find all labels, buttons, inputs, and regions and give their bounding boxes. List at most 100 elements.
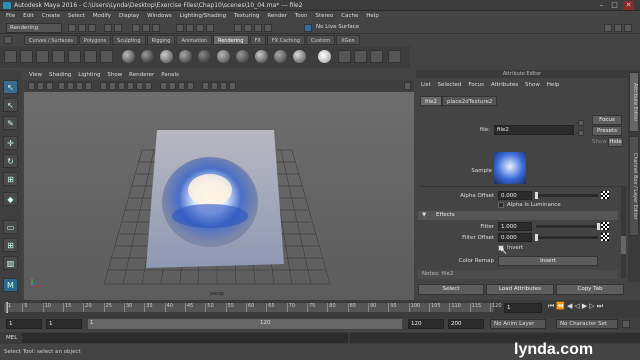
character-set-dropdown[interactable]: No Character Set — [556, 319, 618, 329]
filter-offset-slider[interactable] — [536, 236, 598, 239]
redo-icon[interactable] — [114, 24, 122, 32]
scene-end-field[interactable]: 200 — [448, 319, 484, 329]
presets-button[interactable]: Presets — [592, 126, 622, 136]
maximize-button[interactable]: □ — [609, 1, 620, 10]
viewport-menu-panels[interactable]: Panels — [161, 70, 179, 80]
render-view-shelf-icon[interactable] — [354, 50, 367, 63]
persp-outliner-layout-icon[interactable]: ▥ — [3, 256, 18, 270]
smooth-shade-icon[interactable] — [109, 82, 116, 90]
scene-start-field[interactable]: 1 — [6, 319, 42, 329]
filter-slider-handle[interactable] — [597, 223, 600, 230]
white-sphere-icon[interactable] — [318, 50, 331, 63]
file-node-name-field[interactable]: file2 — [494, 125, 574, 135]
camera-icon[interactable] — [4, 50, 17, 63]
rotate-tool-icon[interactable]: ↻ — [3, 154, 18, 168]
ipr-render-icon[interactable] — [254, 24, 262, 32]
shelf-tab-animation[interactable]: Animation — [176, 35, 212, 45]
textured-plane[interactable] — [24, 92, 414, 292]
mel-label[interactable]: MEL — [6, 335, 17, 341]
menu-windows[interactable]: Windows — [147, 11, 172, 21]
map-filter-icon[interactable] — [601, 222, 609, 230]
shadows-icon[interactable] — [145, 82, 152, 90]
tool-settings-icon[interactable] — [624, 24, 632, 32]
load-attributes-button[interactable]: Load Attributes — [486, 284, 554, 295]
alpha-offset-slider[interactable] — [536, 194, 598, 197]
texture-sample-swatch[interactable] — [494, 152, 526, 184]
go-output-icon[interactable] — [578, 130, 584, 136]
ambient-light-icon[interactable] — [84, 50, 97, 63]
volume-light-icon[interactable] — [100, 50, 113, 63]
step-forward-icon[interactable]: ▷ — [589, 302, 596, 310]
shelf-menu-icon[interactable] — [4, 36, 12, 44]
undo-icon[interactable] — [104, 24, 112, 32]
map-texture-icon[interactable] — [601, 191, 609, 199]
menu-stereo[interactable]: Stereo — [315, 11, 333, 21]
mel-input[interactable] — [22, 333, 348, 343]
shelf-tab-curves-surfaces[interactable]: Curves / Surfaces — [24, 35, 78, 45]
playback-start-field[interactable]: 1 — [46, 319, 82, 329]
lasso-tool-icon[interactable]: ↖ — [3, 98, 18, 112]
open-scene-icon[interactable] — [78, 24, 86, 32]
scale-tool-icon[interactable]: ⊞ — [3, 172, 18, 186]
tab-file2[interactable]: file2 — [420, 96, 442, 106]
current-frame-field[interactable]: 1 — [504, 303, 542, 313]
bookmark-icon[interactable] — [46, 82, 53, 90]
select-object-icon[interactable] — [142, 24, 150, 32]
menu-toon[interactable]: Toon — [295, 11, 308, 21]
textured-icon[interactable] — [127, 82, 134, 90]
menu-cache[interactable]: Cache — [341, 11, 358, 21]
maya-home-icon[interactable]: M — [3, 278, 18, 292]
tab-place2dtexture2[interactable]: place2dTexture2 — [442, 96, 498, 106]
go-to-end-icon[interactable]: ⏭ — [597, 302, 605, 310]
camera-select-icon[interactable] — [28, 82, 35, 90]
wireframe-on-shaded-icon[interactable] — [118, 82, 125, 90]
notes-section-header[interactable]: Notes: file2 — [418, 270, 618, 279]
ae-menu-focus[interactable]: Focus — [468, 79, 484, 91]
menu-create[interactable]: Create — [42, 11, 60, 21]
render-settings-shelf-icon[interactable] — [370, 50, 383, 63]
viewport-menu-renderer[interactable]: Renderer — [129, 70, 154, 80]
wireframe-icon[interactable] — [100, 82, 107, 90]
snap-grid-icon[interactable] — [176, 24, 184, 32]
save-scene-icon[interactable] — [88, 24, 96, 32]
go-input-icon[interactable] — [578, 120, 584, 126]
ae-menu-help[interactable]: Help — [547, 79, 560, 91]
single-perspective-layout-icon[interactable]: ▭ — [3, 220, 18, 234]
step-back-key-icon[interactable]: ⏪ — [556, 302, 567, 310]
screen-space-ao-icon[interactable] — [160, 82, 167, 90]
ae-menu-show[interactable]: Show — [525, 79, 540, 91]
layered-material-icon[interactable] — [217, 50, 230, 63]
render-settings-icon[interactable] — [264, 24, 272, 32]
menu-help[interactable]: Help — [366, 11, 379, 21]
sidebar-toggle-icon[interactable] — [604, 24, 612, 32]
hypershade-icon[interactable] — [338, 50, 351, 63]
channel-box-toggle-icon[interactable] — [614, 24, 622, 32]
menu-file[interactable]: File — [6, 11, 15, 21]
menu-texturing[interactable]: Texturing — [234, 11, 259, 21]
select-component-icon[interactable] — [152, 24, 160, 32]
close-button[interactable]: ✕ — [623, 1, 634, 10]
play-backward-icon[interactable]: ◁ — [574, 302, 581, 310]
render-view-icon[interactable] — [234, 24, 242, 32]
copy-tab-button[interactable]: Copy Tab — [556, 284, 624, 295]
image-plane-icon[interactable] — [58, 82, 65, 90]
insert-button[interactable]: Insert — [498, 256, 598, 266]
live-surface-icon[interactable] — [304, 24, 312, 32]
snap-surface-icon[interactable] — [206, 24, 214, 32]
batch-render-icon[interactable] — [388, 50, 401, 63]
use-background-icon[interactable] — [293, 50, 306, 63]
menu-display[interactable]: Display — [119, 11, 139, 21]
area-light-icon[interactable] — [36, 50, 49, 63]
filter-slider[interactable] — [536, 225, 598, 228]
filter-field[interactable]: 1.000 — [498, 222, 532, 231]
menu-edit[interactable]: Edit — [23, 11, 34, 21]
side-tab-channel-box[interactable]: Channel Box / Layer Editor — [629, 136, 639, 236]
viewport-menu-show[interactable]: Show — [107, 70, 122, 80]
playback-end-field[interactable]: 120 — [408, 319, 444, 329]
side-tab-attribute-editor[interactable]: Attribute Editor — [629, 72, 639, 132]
ae-menu-list[interactable]: List — [421, 79, 431, 91]
xray-joints-icon[interactable] — [220, 82, 227, 90]
camera-attributes-icon[interactable] — [37, 82, 44, 90]
viewport-menu-view[interactable]: View — [29, 70, 42, 80]
motion-blur-icon[interactable] — [169, 82, 176, 90]
